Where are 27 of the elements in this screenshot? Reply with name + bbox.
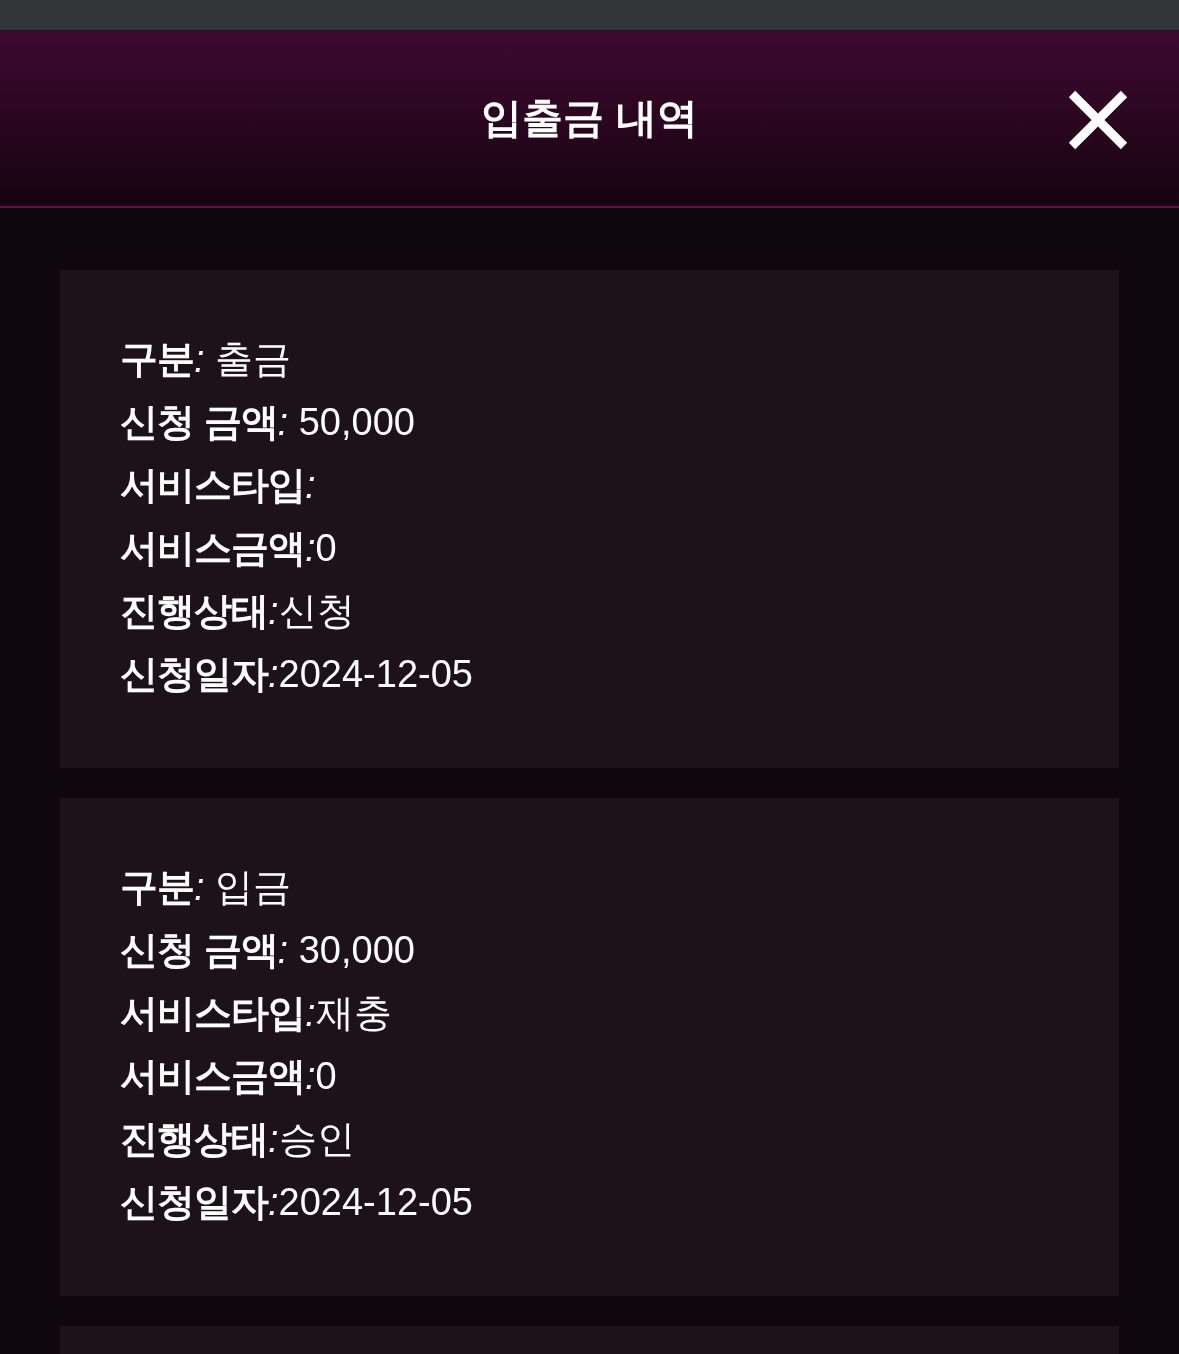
close-button[interactable] (1068, 90, 1128, 150)
field-value: :재충 (305, 992, 392, 1035)
field-label: 서비스타입 (120, 464, 305, 507)
field-value: :2024-12-05 (268, 653, 473, 696)
field-label: 신청일자 (120, 1181, 268, 1224)
page-title: 입출금 내역 (481, 93, 698, 143)
close-icon (1068, 90, 1128, 150)
field-value: : 출금 (194, 338, 292, 381)
field-value: : 50,000 (277, 401, 415, 444)
field-label: 신청일자 (120, 653, 268, 696)
field-label: 구분 (120, 866, 194, 909)
field-value: : 입금 (194, 866, 292, 909)
field-value: :승인 (268, 1118, 355, 1161)
field-label: 진행상태 (120, 590, 268, 633)
field-label: 구분 (120, 338, 194, 381)
field-value: :0 (305, 1055, 337, 1098)
field-label: 서비스금액 (120, 1055, 305, 1098)
field-value: : (305, 464, 316, 507)
field-label: 서비스금액 (120, 527, 305, 570)
field-label: 신청 금액 (120, 929, 278, 972)
field-label: 서비스타입 (120, 992, 305, 1035)
field-value: :0 (305, 527, 337, 570)
field-value: :신청 (268, 590, 355, 633)
field-label: 진행상태 (120, 1118, 268, 1161)
field-value: :2024-12-05 (268, 1181, 473, 1224)
field-value: : 30,000 (277, 929, 415, 972)
field-label: 신청 금액 (120, 401, 278, 444)
